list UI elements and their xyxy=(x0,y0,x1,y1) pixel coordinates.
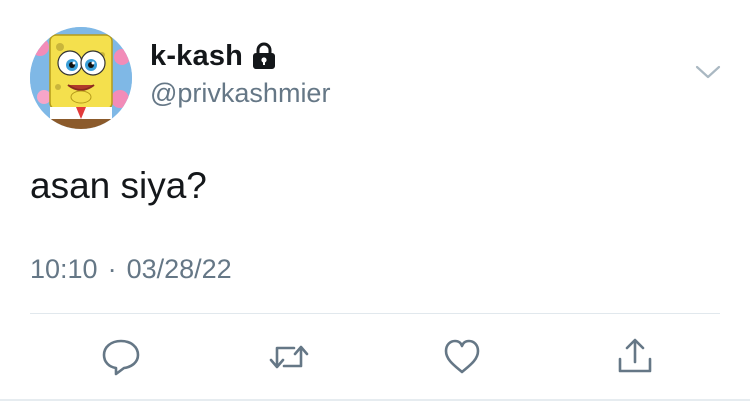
lock-icon xyxy=(252,42,276,70)
like-button[interactable] xyxy=(441,336,483,378)
display-name[interactable]: k-kash xyxy=(150,40,243,73)
tweet-date: 03/28/22 xyxy=(126,254,232,284)
divider xyxy=(30,313,720,314)
reply-icon xyxy=(102,339,140,376)
tweet-time: 10:10 xyxy=(30,254,98,284)
share-icon xyxy=(618,338,652,373)
retweet-icon xyxy=(269,345,309,369)
share-button[interactable] xyxy=(614,336,656,378)
timestamp-separator: · xyxy=(107,254,117,284)
tweet-text: asan siya? xyxy=(30,165,207,206)
chevron-down-icon[interactable] xyxy=(694,62,722,82)
display-name-row: k-kash xyxy=(150,38,276,74)
reply-button[interactable] xyxy=(100,336,142,378)
avatar[interactable] xyxy=(30,27,132,129)
user-handle[interactable]: @privkashmier xyxy=(150,78,330,109)
heart-icon xyxy=(444,339,480,374)
tweet-detail: k-kash @privkashmier asan siya? 10:10 · … xyxy=(0,0,750,401)
spongebob-avatar-icon xyxy=(30,27,132,129)
retweet-button[interactable] xyxy=(268,336,310,378)
tweet-timestamp[interactable]: 10:10 · 03/28/22 xyxy=(30,254,232,285)
